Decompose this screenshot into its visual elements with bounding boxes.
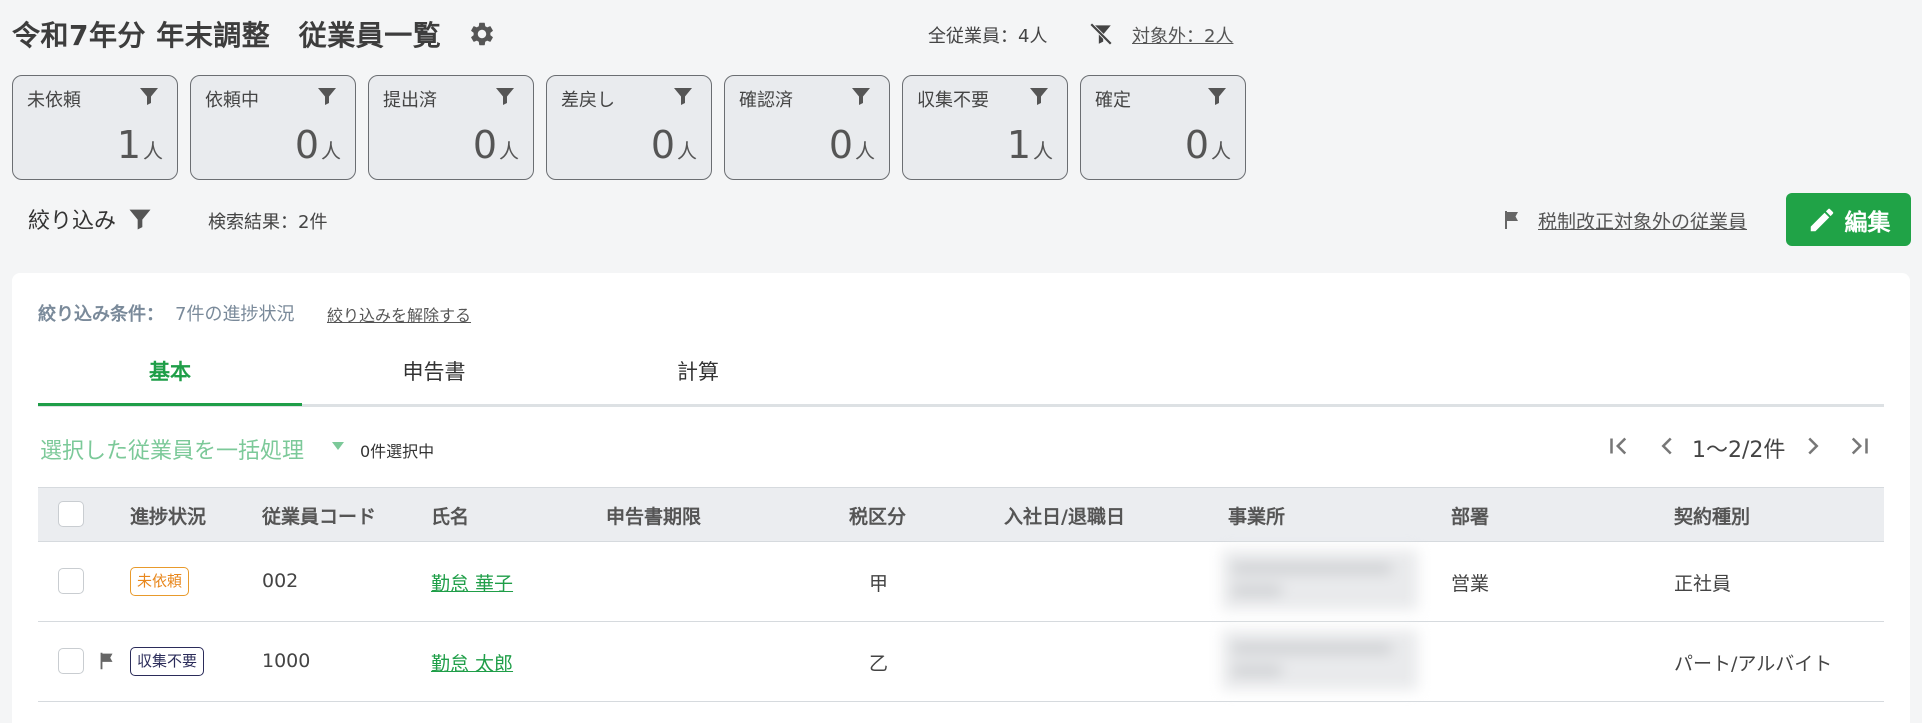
column-header-department[interactable]: 部署 — [1451, 502, 1489, 529]
prev-page-icon[interactable] — [1652, 430, 1682, 462]
column-header-name[interactable]: 氏名 — [431, 502, 469, 529]
page-title: 令和7年分 年末調整 従業員一覧 — [12, 19, 442, 52]
status-badge: 収集不要 — [130, 647, 205, 676]
pagination-range: 1〜2/2件 — [1692, 438, 1786, 463]
select-all-checkbox[interactable] — [58, 501, 84, 527]
filter-icon — [140, 88, 158, 105]
employee-name-link[interactable]: 勤怠 太郎 — [431, 649, 513, 676]
column-header-contract-type[interactable]: 契約種別 — [1674, 502, 1750, 529]
status-card-count: 1人 — [117, 123, 163, 167]
status-card-returned[interactable]: 差戻し 0人 — [546, 75, 712, 180]
total-employees: 全従業員：4人 — [928, 26, 1048, 47]
tab-declaration[interactable]: 申告書 — [302, 356, 566, 406]
column-header-status[interactable]: 進捗状況 — [130, 502, 206, 529]
filter-icon — [496, 88, 514, 105]
excluded-employees-link[interactable]: 対象外：2人 — [1132, 22, 1233, 48]
status-card-label: 差戻し — [561, 90, 615, 111]
status-card-unrequested[interactable]: 未依頼 1人 — [12, 75, 178, 180]
next-page-icon[interactable] — [1798, 430, 1828, 462]
department: 営業 — [1451, 573, 1490, 595]
caret-down-icon[interactable] — [332, 442, 344, 450]
status-card-label: 確認済 — [739, 90, 793, 111]
count-value: 0 — [828, 123, 853, 167]
status-card-count: 0人 — [829, 123, 875, 167]
search-result-count: 検索結果：2件 — [208, 212, 328, 233]
status-card-confirmed[interactable]: 確認済 0人 — [724, 75, 890, 180]
status-card-submitted[interactable]: 提出済 0人 — [368, 75, 534, 180]
count-unit: 人 — [1211, 139, 1231, 163]
employee-code: 1000 — [262, 650, 311, 672]
first-page-icon[interactable] — [1604, 430, 1634, 462]
status-card-count: 0人 — [473, 123, 519, 167]
bulk-action-dropdown[interactable]: 選択した従業員を一括処理 — [40, 433, 304, 465]
contract-type: 正社員 — [1674, 573, 1732, 595]
status-card-label: 依頼中 — [205, 90, 259, 111]
filter-icon — [1030, 88, 1048, 105]
count-value: 1 — [116, 123, 141, 167]
status-card-count: 0人 — [651, 123, 697, 167]
count-unit: 人 — [855, 139, 875, 163]
status-badge: 未依頼 — [130, 567, 190, 596]
flag-icon — [100, 652, 113, 670]
contract-type: パート/アルバイト — [1674, 653, 1833, 675]
count-value: 0 — [294, 123, 319, 167]
count-unit: 人 — [143, 139, 163, 163]
count-unit: 人 — [1033, 139, 1053, 163]
row-divider — [38, 621, 1884, 622]
status-card-count: 0人 — [295, 123, 341, 167]
row-checkbox[interactable] — [58, 568, 84, 594]
status-card-count: 0人 — [1185, 123, 1231, 167]
filter-icon — [674, 88, 692, 105]
gear-icon[interactable] — [468, 20, 496, 48]
tax-reform-excluded-link[interactable]: 税制改正対象外の従業員 — [1538, 207, 1747, 234]
tax-category: 乙 — [869, 653, 889, 675]
tax-category: 甲 — [869, 573, 889, 595]
filter-icon — [318, 88, 336, 105]
count-unit: 人 — [321, 139, 341, 163]
status-card-finalized[interactable]: 確定 0人 — [1080, 75, 1246, 180]
column-header-employee-code[interactable]: 従業員コード — [262, 502, 376, 529]
status-card-label: 提出済 — [383, 90, 437, 111]
column-header-tax-category[interactable]: 税区分 — [849, 502, 906, 529]
filter-conditions-label: 絞り込み条件： — [38, 304, 164, 325]
status-card-count: 1人 — [1007, 123, 1053, 167]
selected-count: 0件選択中 — [360, 442, 435, 461]
status-card-not-required[interactable]: 収集不要 1人 — [902, 75, 1068, 180]
count-unit: 人 — [499, 139, 519, 163]
column-header-hire-leave-date[interactable]: 入社日/退職日 — [1004, 502, 1125, 529]
office-redacted — [1222, 550, 1418, 610]
office-redacted — [1222, 630, 1418, 690]
flag-icon — [1505, 211, 1518, 229]
status-card-label: 確定 — [1095, 90, 1131, 111]
count-value: 0 — [472, 123, 497, 167]
count-unit: 人 — [677, 139, 697, 163]
edit-button-label: 編集 — [1844, 209, 1891, 236]
filter-icon — [852, 88, 870, 105]
column-header-deadline[interactable]: 申告書期限 — [606, 502, 701, 529]
filter-icon — [1208, 88, 1226, 105]
employee-name-link[interactable]: 勤怠 華子 — [431, 569, 513, 596]
filter-icon[interactable] — [126, 204, 154, 234]
clear-filter-link[interactable]: 絞り込みを解除する — [327, 302, 471, 326]
count-value: 0 — [650, 123, 675, 167]
filter-conditions-value: 7件の進捗状況 — [175, 304, 295, 325]
row-divider — [38, 701, 1884, 702]
filter-off-icon — [1089, 22, 1113, 46]
edit-button[interactable]: 編集 — [1786, 193, 1911, 246]
status-card-label: 未依頼 — [27, 90, 81, 111]
last-page-icon[interactable] — [1844, 430, 1874, 462]
tab-basic[interactable]: 基本 — [38, 356, 302, 406]
pencil-icon — [1810, 208, 1833, 231]
column-header-office[interactable]: 事業所 — [1228, 502, 1285, 529]
filter-button[interactable]: 絞り込み — [28, 203, 116, 235]
tab-calculation[interactable]: 計算 — [566, 356, 830, 406]
count-value: 0 — [1184, 123, 1209, 167]
status-card-label: 収集不要 — [917, 90, 989, 111]
employee-code: 002 — [262, 570, 299, 592]
row-checkbox[interactable] — [58, 648, 84, 674]
count-value: 1 — [1006, 123, 1031, 167]
status-card-requested[interactable]: 依頼中 0人 — [190, 75, 356, 180]
